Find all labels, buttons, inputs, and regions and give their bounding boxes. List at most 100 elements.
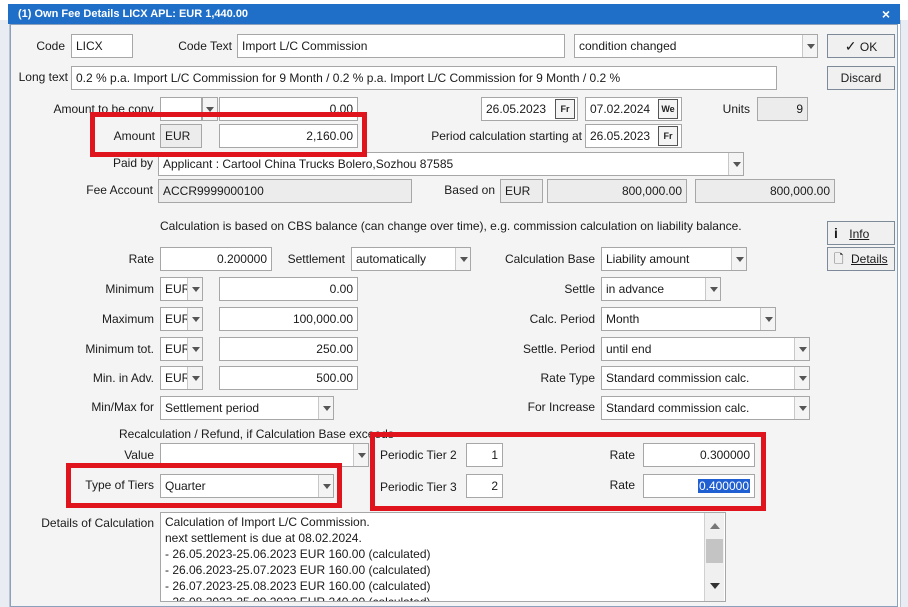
paid-by-select[interactable]: Applicant : Cartool China Trucks Bolero,… xyxy=(158,152,744,176)
discard-button[interactable]: Discard xyxy=(827,66,895,90)
details-line: next settlement is due at 08.02.2024. xyxy=(165,531,362,545)
chevron-down-icon[interactable] xyxy=(731,248,746,270)
details-textarea[interactable]: Calculation of Import L/C Commission. ne… xyxy=(160,512,726,602)
type-of-tiers-label: Type of Tiers xyxy=(85,478,154,492)
paid-by-label: Paid by xyxy=(112,156,153,170)
tier2-label: Periodic Tier 2 xyxy=(380,448,457,462)
code-text-field[interactable]: Import L/C Commission xyxy=(237,34,565,58)
check-icon: ✓ xyxy=(844,38,857,54)
chevron-down-icon[interactable] xyxy=(705,278,720,300)
chevron-down-icon[interactable] xyxy=(710,583,720,589)
chevron-down-icon[interactable] xyxy=(455,248,470,270)
tier3-rate-label: Rate xyxy=(609,478,635,492)
tier3-rate-value: 0.400000 xyxy=(697,479,750,493)
chevron-down-icon[interactable] xyxy=(802,35,817,57)
chevron-down-icon[interactable] xyxy=(794,397,809,419)
chevron-down-icon[interactable] xyxy=(187,308,202,330)
settle-select[interactable]: in advance xyxy=(601,277,721,301)
tier2-rate-field[interactable]: 0.300000 xyxy=(643,443,755,467)
amount-field[interactable]: 2,160.00 xyxy=(219,124,358,148)
tier2-field[interactable]: 1 xyxy=(466,443,503,467)
ok-button[interactable]: ✓ OK xyxy=(827,34,895,58)
info-button[interactable]: i Info xyxy=(827,221,895,245)
chevron-down-icon[interactable] xyxy=(187,338,202,360)
minimum-field[interactable]: 0.00 xyxy=(219,277,358,301)
details-button[interactable]: 🗋 Details xyxy=(827,247,895,271)
calendar-icon[interactable]: Fr xyxy=(658,126,678,146)
maximum-field[interactable]: 100,000.00 xyxy=(219,307,358,331)
min-adv-field[interactable]: 500.00 xyxy=(219,366,358,390)
min-tot-label: Minimum tot. xyxy=(85,342,154,356)
maximum-label: Maximum xyxy=(101,312,154,326)
based-on-currency: EUR xyxy=(500,179,543,203)
chevron-down-icon[interactable] xyxy=(202,97,218,121)
calendar-icon[interactable]: Fr xyxy=(555,99,575,119)
details-scrollbar[interactable] xyxy=(704,513,724,601)
type-of-tiers-value: Quarter xyxy=(165,479,206,493)
scroll-thumb[interactable] xyxy=(706,539,723,563)
chevron-down-icon[interactable] xyxy=(187,278,202,300)
settlement-label: Settlement xyxy=(287,252,345,266)
type-of-tiers-select[interactable]: Quarter xyxy=(160,474,334,498)
minmax-for-label: Min/Max for xyxy=(91,400,154,414)
amount-conv-field[interactable]: 0.00 xyxy=(219,97,358,121)
fee-account-label: Fee Account xyxy=(86,183,153,197)
chevron-down-icon[interactable] xyxy=(187,367,202,389)
chevron-down-icon[interactable] xyxy=(728,153,743,175)
min-adv-currency[interactable]: EUR xyxy=(160,366,203,390)
amount-currency: EUR xyxy=(160,124,202,148)
chevron-down-icon[interactable] xyxy=(760,308,775,330)
background-window-right xyxy=(900,20,908,607)
chevron-down-icon[interactable] xyxy=(794,338,809,360)
rate-type-select[interactable]: Standard commission calc. xyxy=(601,366,810,390)
details-line: - 26.08.2023-25.09.2023 EUR 240.00 (calc… xyxy=(165,595,431,602)
rate-field[interactable]: 0.200000 xyxy=(160,247,272,271)
details-line: Calculation of Import L/C Commission. xyxy=(165,515,370,529)
document-search-icon: 🗋 xyxy=(834,252,844,266)
chevron-down-icon[interactable] xyxy=(318,475,333,497)
close-icon[interactable]: × xyxy=(882,4,890,24)
long-text-label: Long text xyxy=(18,70,68,84)
chevron-down-icon[interactable] xyxy=(794,367,809,389)
long-text-field[interactable]: 0.2 % p.a. Import L/C Commission for 9 M… xyxy=(71,66,777,90)
value-select[interactable] xyxy=(160,443,369,467)
dialog-titlebar[interactable]: (1) Own Fee Details LICX APL: EUR 1,440.… xyxy=(8,4,900,24)
settle-period-select[interactable]: until end xyxy=(601,337,810,361)
minmax-for-value: Settlement period xyxy=(165,401,260,415)
code-field[interactable]: LICX xyxy=(71,34,133,58)
amount-conv-currency[interactable] xyxy=(160,97,202,121)
min-adv-label: Min. in Adv. xyxy=(92,371,154,385)
code-label: Code xyxy=(36,39,65,53)
for-increase-value: Standard commission calc. xyxy=(606,401,750,415)
minimum-currency[interactable]: EUR xyxy=(160,277,203,301)
period-start-label: Period calculation starting at xyxy=(431,129,582,143)
code-text-label: Code Text xyxy=(178,39,232,53)
maximum-currency[interactable]: EUR xyxy=(160,307,203,331)
chevron-down-icon[interactable] xyxy=(353,444,368,466)
settle-period-label: Settle. Period xyxy=(522,342,595,356)
info-label: Info xyxy=(849,227,870,241)
for-increase-select[interactable]: Standard commission calc. xyxy=(601,396,810,420)
for-increase-label: For Increase xyxy=(527,400,595,414)
chevron-up-icon[interactable] xyxy=(710,523,720,529)
status-select[interactable]: condition changed xyxy=(574,34,818,58)
calc-base-select[interactable]: Liability amount xyxy=(601,247,747,271)
minmax-for-select[interactable]: Settlement period xyxy=(160,396,334,420)
calc-base-label: Calculation Base xyxy=(504,252,595,266)
calendar-icon[interactable]: We xyxy=(658,99,678,119)
min-tot-field[interactable]: 250.00 xyxy=(219,337,358,361)
tier3-field[interactable]: 2 xyxy=(466,474,503,498)
rate-label: Rate xyxy=(128,252,154,266)
settlement-select[interactable]: automatically xyxy=(351,247,471,271)
ok-label: OK xyxy=(859,40,878,54)
chevron-down-icon[interactable] xyxy=(318,397,333,419)
fee-account-field: ACCR9999000100 xyxy=(158,179,412,203)
calc-period-select[interactable]: Month xyxy=(601,307,776,331)
settle-value: in advance xyxy=(606,282,665,296)
min-tot-currency[interactable]: EUR xyxy=(160,337,203,361)
calc-period-value: Month xyxy=(606,312,640,326)
settle-period-value: until end xyxy=(606,342,652,356)
details-line: - 26.06.2023-25.07.2023 EUR 160.00 (calc… xyxy=(165,563,431,577)
calc-info-text: Calculation is based on CBS balance (can… xyxy=(160,219,742,233)
tier3-rate-field[interactable]: 0.400000 xyxy=(643,474,755,498)
